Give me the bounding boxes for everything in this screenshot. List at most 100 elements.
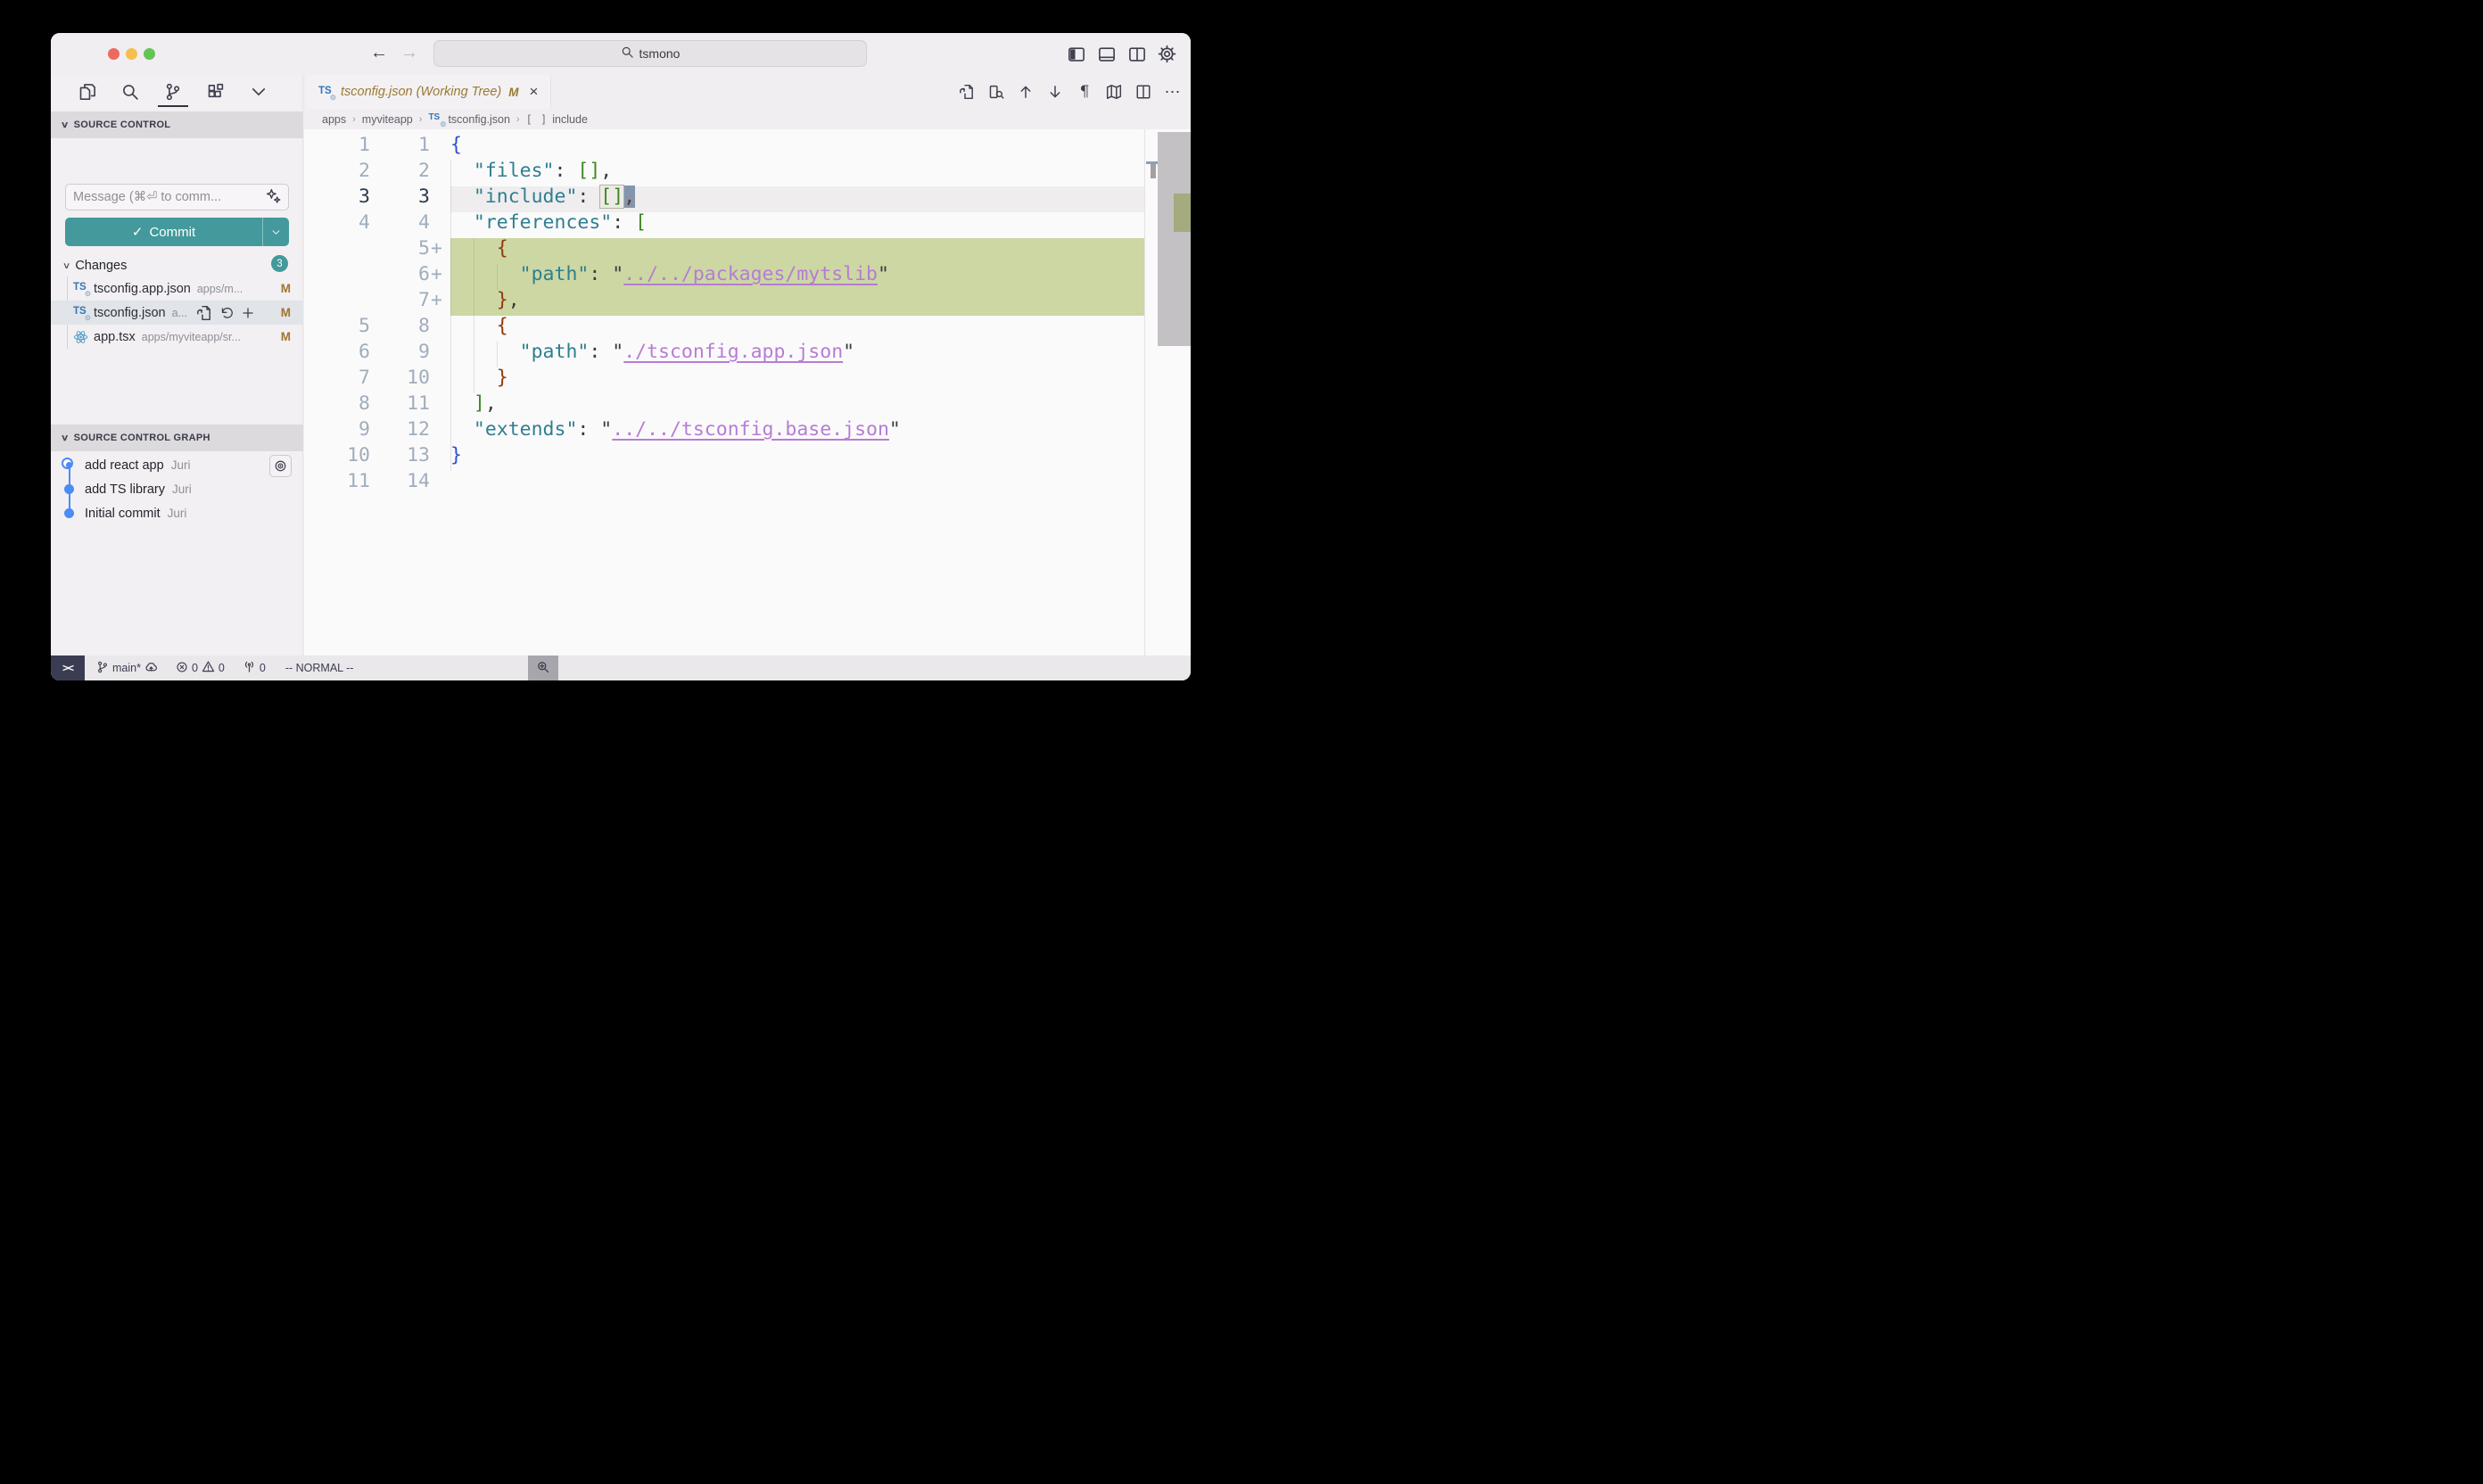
diff-add-sign [430, 313, 450, 339]
traffic-light-minimize[interactable] [126, 48, 137, 60]
modified-badge: M [281, 306, 291, 319]
branch-status-item[interactable]: main* [96, 660, 158, 676]
arrow-up-button[interactable] [1017, 83, 1035, 101]
commit-dropdown-button[interactable] [262, 218, 289, 246]
inline-view-button[interactable] [987, 83, 1005, 101]
arrow-down-button[interactable] [1046, 83, 1064, 101]
activity-chevron-down[interactable] [247, 76, 270, 108]
commit-message: add react app [85, 458, 164, 473]
code-line[interactable]: 1114 [304, 468, 1191, 494]
code-line[interactable]: 69 "path": "./tsconfig.app.json" [304, 339, 1191, 365]
original-line-number [304, 235, 370, 261]
commit-author: Juri [171, 458, 191, 472]
layout-panel-button[interactable] [1097, 45, 1116, 63]
original-line-number: 8 [304, 391, 370, 416]
more-button[interactable]: ⋯ [1164, 83, 1182, 101]
zoom-status-item[interactable] [528, 655, 558, 680]
original-line-number [304, 287, 370, 313]
split-editor-button[interactable] [1134, 83, 1152, 101]
go-to-file-button[interactable] [958, 83, 976, 101]
ports-status-item[interactable]: 0 [243, 660, 266, 676]
activity-extensions[interactable] [204, 76, 227, 108]
breadcrumb-item-tsconfig.json[interactable]: TS⚙tsconfig.json [428, 112, 509, 126]
code-line[interactable]: 22 "files": [], [304, 158, 1191, 184]
nav-back-icon[interactable]: ← [370, 43, 388, 63]
breadcrumb-label: tsconfig.json [448, 113, 509, 126]
file-name: app.tsx [94, 330, 136, 344]
breadcrumb-item-include[interactable]: [ ]include [526, 113, 588, 126]
activity-source-control[interactable] [161, 76, 185, 108]
tab-tsconfig-json-working-tree[interactable]: TS⚙ tsconfig.json (Working Tree) M × [306, 75, 551, 109]
changed-file-row[interactable]: TS⚙tsconfig.app.jsonapps/m...M [51, 276, 303, 301]
source-control-header-label: SOURCE CONTROL [74, 120, 171, 130]
source-control-section-header[interactable]: ∨ SOURCE CONTROL [51, 111, 303, 138]
code-line[interactable]: 1013} [304, 442, 1191, 468]
traffic-light-close[interactable] [108, 48, 120, 60]
stage-icon[interactable] [241, 305, 255, 321]
search-icon [621, 45, 634, 62]
settings-button[interactable] [1158, 45, 1176, 63]
code-line[interactable]: 6+ "path": "../../packages/mytslib" [304, 261, 1191, 287]
error-icon [176, 661, 188, 676]
commit-message-input[interactable]: Message (⌘⏎ to comm... [65, 184, 289, 210]
ports-count: 0 [260, 662, 266, 674]
modified-line-number: 14 [370, 468, 430, 494]
layout-split-button[interactable] [1127, 45, 1146, 63]
code-editor[interactable]: 11{22 "files": [],33 "include": [],44 "r… [304, 129, 1191, 655]
react-file-icon [73, 330, 88, 344]
original-line-number: 9 [304, 416, 370, 442]
changed-file-row[interactable]: TS⚙tsconfig.jsona...M [51, 301, 303, 325]
code-line[interactable]: 5+ { [304, 235, 1191, 261]
command-center-search[interactable]: tsmono [433, 40, 867, 67]
modified-line-number: 10 [370, 365, 430, 391]
pilcrow-button[interactable]: ¶ [1076, 83, 1093, 101]
code-line[interactable]: 912 "extends": "../../tsconfig.base.json… [304, 416, 1191, 442]
commit-row[interactable]: Initial commitJuri [51, 501, 303, 525]
vim-mode-indicator[interactable]: -- NORMAL -- [285, 662, 354, 674]
modified-line-number: 6 [370, 261, 430, 287]
code-line[interactable]: 811 ], [304, 391, 1191, 416]
problems-status-item[interactable]: 0 0 [176, 660, 225, 676]
source-control-graph-section-header[interactable]: ∨ SOURCE CONTROL GRAPH [51, 425, 303, 451]
traffic-light-zoom[interactable] [144, 48, 155, 60]
discard-icon[interactable] [219, 305, 234, 321]
modified-line-number: 1 [370, 132, 430, 158]
nav-forward-icon[interactable]: → [400, 43, 418, 63]
breadcrumb-item-apps[interactable]: apps [322, 113, 346, 126]
modified-line-number: 3 [370, 184, 430, 210]
go-to-file-icon[interactable] [196, 305, 212, 321]
code-line[interactable]: 58 { [304, 313, 1191, 339]
file-path: a... [172, 307, 187, 319]
more-icon: ⋯ [1165, 83, 1182, 102]
editor-actions: ¶⋯ [958, 75, 1182, 109]
commit-row[interactable]: add TS libraryJuri [51, 477, 303, 501]
typescript-file-icon: TS⚙ [73, 282, 88, 295]
changed-file-row[interactable]: app.tsxapps/myviteapp/sr...M [51, 325, 303, 349]
goto-current-commit-button[interactable] [269, 455, 292, 477]
commit-button[interactable]: ✓ Commit [65, 218, 289, 246]
code-line-content: "references": [ [450, 210, 647, 235]
layout-sidebar-button[interactable] [1067, 45, 1085, 63]
close-icon[interactable]: × [529, 83, 538, 101]
breadcrumb-label: myviteapp [362, 113, 413, 126]
remote-indicator[interactable]: >< [51, 655, 85, 680]
code-line[interactable]: 11{ [304, 132, 1191, 158]
sparkle-icon[interactable] [266, 188, 281, 206]
modified-badge: M [281, 330, 291, 343]
activity-files[interactable] [76, 76, 99, 108]
commit-row[interactable]: add react app Juri [51, 453, 303, 477]
code-line[interactable]: 33 "include": [], [304, 184, 1191, 210]
activity-search[interactable] [119, 76, 142, 108]
commit-dot [64, 484, 74, 494]
code-line[interactable]: 710 } [304, 365, 1191, 391]
files-icon [78, 83, 96, 101]
code-line[interactable]: 7+ }, [304, 287, 1191, 313]
indent-guide [497, 264, 498, 290]
breadcrumb-item-myviteapp[interactable]: myviteapp [362, 113, 413, 126]
commit-author: Juri [172, 482, 192, 496]
original-line-number: 6 [304, 339, 370, 365]
extensions-icon [207, 83, 225, 101]
map-button[interactable] [1105, 83, 1123, 101]
code-line[interactable]: 44 "references": [ [304, 210, 1191, 235]
changes-section-header[interactable]: ∨ Changes 3 [51, 255, 303, 276]
